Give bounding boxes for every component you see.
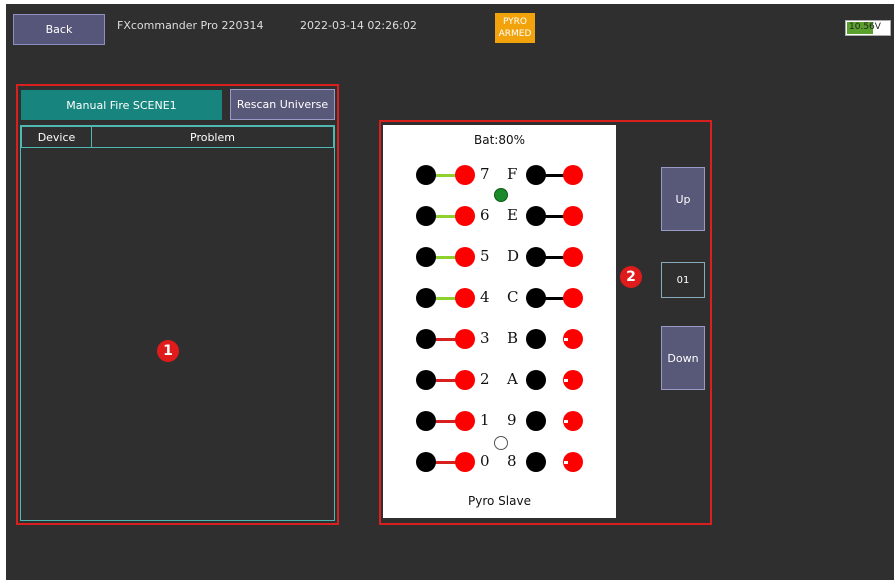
left-channel-label: 1 bbox=[480, 411, 490, 429]
up-button[interactable]: Up bbox=[661, 167, 705, 231]
right-channel-terminal-black bbox=[526, 206, 546, 226]
right-channel-open-stub bbox=[564, 338, 568, 341]
battery-indicator: 10.56V bbox=[845, 20, 891, 36]
right-channel-terminal-black bbox=[526, 329, 546, 349]
annotation-badge-1: 1 bbox=[157, 340, 179, 362]
left-channel-label: 7 bbox=[480, 165, 490, 183]
app-screen: Back FXcommander Pro 220314 2022-03-14 0… bbox=[6, 4, 894, 580]
right-channel-terminal-black bbox=[526, 370, 546, 390]
left-channel-terminal-black bbox=[416, 452, 436, 472]
right-channel-label: F bbox=[507, 165, 518, 183]
left-channel-label: 6 bbox=[480, 206, 490, 224]
manual-fire-button[interactable]: Manual Fire SCENE1 bbox=[21, 90, 222, 120]
app-title: FXcommander Pro 220314 bbox=[117, 19, 264, 32]
annotation-badge-2: 2 bbox=[620, 266, 642, 288]
right-channel-open-stub bbox=[564, 420, 568, 423]
right-channel-terminal-black bbox=[526, 288, 546, 308]
back-button[interactable]: Back bbox=[13, 14, 105, 45]
left-channel-terminal-red bbox=[455, 288, 475, 308]
left-channel-label: 3 bbox=[480, 329, 490, 347]
right-channel-label: B bbox=[507, 329, 519, 347]
left-channel-terminal-black bbox=[416, 247, 436, 267]
right-channel-label: C bbox=[507, 288, 519, 306]
problem-table: Device Problem bbox=[20, 125, 335, 521]
left-channel-terminal-red bbox=[455, 329, 475, 349]
left-channel-label: 0 bbox=[480, 452, 490, 470]
column-device: Device bbox=[21, 126, 92, 148]
right-channel-label: E bbox=[507, 206, 518, 224]
left-channel-terminal-red bbox=[455, 411, 475, 431]
battery-voltage: 10.56V bbox=[849, 22, 881, 32]
right-channel-terminal-red bbox=[563, 247, 583, 267]
right-channel-label: D bbox=[507, 247, 520, 265]
status-indicator-empty bbox=[494, 436, 508, 450]
right-channel-terminal-black bbox=[526, 411, 546, 431]
right-channel-terminal-red bbox=[563, 288, 583, 308]
left-channel-terminal-black bbox=[416, 288, 436, 308]
right-channel-open-stub bbox=[564, 379, 568, 382]
left-channel-label: 5 bbox=[480, 247, 490, 265]
left-channel-label: 2 bbox=[480, 370, 490, 388]
left-channel-terminal-red bbox=[455, 370, 475, 390]
pyro-armed-badge: PYRO ARMED bbox=[495, 13, 535, 43]
pyro-slave-panel: Bat:80% Pyro Slave 7F 6E 5D 4C 3B 2A 19 08 bbox=[383, 125, 616, 518]
rescan-universe-button[interactable]: Rescan Universe bbox=[230, 89, 335, 120]
left-channel-terminal-black bbox=[416, 370, 436, 390]
status-indicator-green bbox=[494, 188, 508, 202]
datetime: 2022-03-14 02:26:02 bbox=[300, 19, 417, 32]
left-channel-terminal-red bbox=[455, 165, 475, 185]
right-channel-open-stub bbox=[564, 461, 568, 464]
slave-battery-label: Bat:80% bbox=[473, 133, 525, 147]
left-channel-terminal-black bbox=[416, 329, 436, 349]
right-channel-terminal-black bbox=[526, 452, 546, 472]
left-channel-terminal-black bbox=[416, 206, 436, 226]
left-channel-terminal-red bbox=[455, 206, 475, 226]
right-channel-terminal-red bbox=[563, 165, 583, 185]
down-button[interactable]: Down bbox=[661, 326, 705, 390]
left-channel-label: 4 bbox=[480, 288, 490, 306]
right-channel-terminal-black bbox=[526, 247, 546, 267]
page-number: 01 bbox=[661, 262, 705, 298]
right-channel-terminal-black bbox=[526, 165, 546, 185]
left-channel-terminal-red bbox=[455, 247, 475, 267]
pyro-line-1: PYRO bbox=[502, 17, 528, 27]
pyro-line-2: ARMED bbox=[498, 29, 532, 39]
right-channel-label: A bbox=[507, 370, 518, 388]
right-channel-label: 9 bbox=[507, 411, 517, 429]
left-channel-terminal-black bbox=[416, 411, 436, 431]
right-channel-label: 8 bbox=[507, 452, 517, 470]
slave-name-label: Pyro Slave bbox=[468, 494, 531, 508]
column-problem: Problem bbox=[91, 126, 334, 148]
left-channel-terminal-red bbox=[455, 452, 475, 472]
right-channel-terminal-red bbox=[563, 206, 583, 226]
left-channel-terminal-black bbox=[416, 165, 436, 185]
